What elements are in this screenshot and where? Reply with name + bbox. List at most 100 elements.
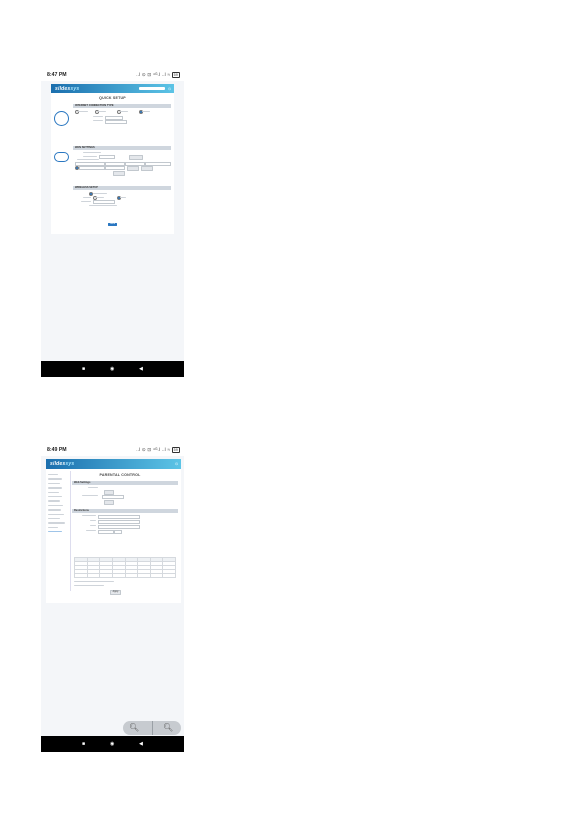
input-field[interactable] — [98, 519, 140, 524]
wan-action-button[interactable] — [129, 154, 143, 160]
zoom-control[interactable]: 🔍︎ 🔍︎ — [123, 721, 181, 735]
sidebar-item[interactable] — [48, 526, 58, 529]
battery-icon: 59 — [171, 447, 180, 453]
radio-label — [78, 110, 88, 112]
logout-icon[interactable]: ⏻ — [168, 87, 171, 91]
section-header: INTERNET CONNECTION TYPE — [73, 104, 171, 108]
delete-button[interactable] — [141, 165, 153, 171]
brand-logo[interactable]: sildessys — [50, 461, 74, 467]
header-actions: ⏻ — [139, 87, 171, 91]
phone-screen-quick-setup: 8:47 PM ..l ⊙ ⊡ ⁴ᴳ.l ..l ≈ 59 sildessys … — [41, 70, 184, 377]
sidebar-item[interactable] — [48, 504, 63, 507]
field-label — [93, 116, 103, 118]
sidebar-item-active[interactable] — [48, 531, 62, 533]
status-time: 8:47 PM — [47, 72, 67, 78]
logout-icon[interactable]: ⏻ — [175, 462, 178, 466]
input-field[interactable] — [105, 165, 125, 170]
input-field[interactable] — [114, 529, 122, 534]
web-settings-section: Web Settings — [72, 481, 178, 507]
signal-icons: ..l ⊙ ⊡ ⁴ᴳ.l ..l ≈ — [136, 72, 171, 77]
sidebar-item[interactable] — [48, 500, 60, 502]
apply-button[interactable]: Apply — [110, 590, 121, 595]
android-nav-bar: ■ ◉ ◀ — [41, 361, 184, 377]
pagination[interactable] — [74, 581, 114, 583]
sidebar-item[interactable] — [48, 482, 60, 485]
rules-table — [74, 557, 176, 578]
globe-icon — [54, 111, 69, 126]
android-nav-bar: ■ ◉ ◀ — [41, 736, 184, 752]
sidebar-item[interactable] — [48, 513, 64, 515]
field-label — [86, 530, 96, 532]
cloud-icon — [54, 152, 69, 162]
internet-connection-section: INTERNET CONNECTION TYPE — [73, 104, 171, 136]
radio-label — [96, 196, 104, 198]
refresh-button[interactable] — [113, 171, 125, 176]
radio-label — [120, 110, 128, 112]
status-icons: ..l ⊙ ⊡ ⁴ᴳ.l ..l ≈ 59 — [136, 447, 180, 453]
page-title: QUICK SETUP — [99, 96, 126, 100]
sidebar-item[interactable] — [48, 522, 65, 524]
zoom-in-icon[interactable]: 🔍︎ — [163, 723, 173, 732]
zoom-out-icon[interactable]: 🔍︎ — [129, 723, 139, 732]
section-header: WAN SETTINGS — [73, 146, 171, 150]
sidebar-item[interactable] — [48, 509, 61, 511]
sidebar-item[interactable] — [48, 495, 62, 498]
sidebar-item[interactable] — [48, 474, 58, 476]
app-header: sildessys ⏻ — [51, 84, 174, 93]
input-field[interactable] — [102, 494, 124, 499]
field-label — [88, 487, 98, 489]
header-search-field[interactable] — [139, 86, 166, 91]
back-icon[interactable]: ◀ — [139, 741, 143, 747]
field-label — [93, 120, 103, 122]
home-icon[interactable]: ◉ — [110, 366, 114, 372]
sidebar-item[interactable] — [48, 487, 62, 489]
phone-screen-parental-control: 8:49 PM ..l ⊙ ⊡ ⁴ᴳ.l ..l ≈ 59 sildessys … — [41, 445, 184, 752]
recents-icon[interactable]: ■ — [82, 366, 85, 372]
add-button[interactable] — [127, 165, 139, 171]
input-field[interactable] — [105, 119, 127, 124]
field-label — [83, 155, 97, 157]
section-header: Web Settings — [72, 481, 178, 485]
wan-settings-section: WAN SETTINGS — [73, 146, 171, 182]
sidebar-item[interactable] — [48, 517, 60, 520]
sidebar-item[interactable] — [48, 478, 62, 480]
field-label — [82, 515, 96, 517]
section-header: Restrictions — [72, 509, 178, 513]
zoom-divider — [152, 721, 153, 735]
input-field[interactable] — [93, 200, 115, 205]
input-field[interactable] — [98, 514, 140, 519]
input-field[interactable] — [99, 155, 115, 160]
field-label — [83, 152, 101, 154]
table-note — [74, 585, 104, 587]
set-button[interactable] — [104, 500, 114, 505]
recents-icon[interactable]: ■ — [82, 741, 85, 747]
router-web-app: sildessys ⏻ QUICK SETUP INTERNET CONNECT… — [51, 84, 174, 234]
status-icons: ..l ⊙ ⊡ ⁴ᴳ.l ..l ≈ 59 — [136, 72, 180, 78]
battery-icon: 59 — [171, 72, 180, 78]
field-label — [93, 192, 107, 194]
router-web-app: sildessys ⏻ PARENTAL CONTROL Web Setting… — [46, 459, 181, 603]
field-label — [90, 525, 96, 527]
hint-text — [89, 204, 117, 206]
app-header: sildessys ⏻ — [46, 459, 181, 469]
status-time: 8:49 PM — [47, 447, 67, 453]
restrictions-section: Restrictions — [72, 509, 178, 549]
input-field[interactable] — [79, 165, 105, 170]
table-row[interactable] — [74, 573, 176, 578]
input-field[interactable] — [98, 524, 140, 529]
brand-logo[interactable]: sildessys — [55, 86, 79, 92]
back-icon[interactable]: ◀ — [139, 366, 143, 372]
radio-label — [142, 110, 150, 112]
field-label — [81, 200, 91, 202]
radio-label — [98, 110, 106, 112]
sidebar-item[interactable] — [48, 491, 59, 493]
field-label — [77, 159, 99, 161]
input-field[interactable] — [98, 529, 114, 534]
home-icon[interactable]: ◉ — [110, 741, 114, 747]
field-label — [90, 520, 96, 522]
header-actions: ⏻ — [175, 462, 178, 466]
status-bar: 8:49 PM ..l ⊙ ⊡ ⁴ᴳ.l ..l ≈ 59 — [41, 445, 184, 456]
page-title: PARENTAL CONTROL — [99, 473, 141, 477]
field-label — [82, 495, 98, 497]
save-button[interactable]: Save — [108, 223, 117, 226]
